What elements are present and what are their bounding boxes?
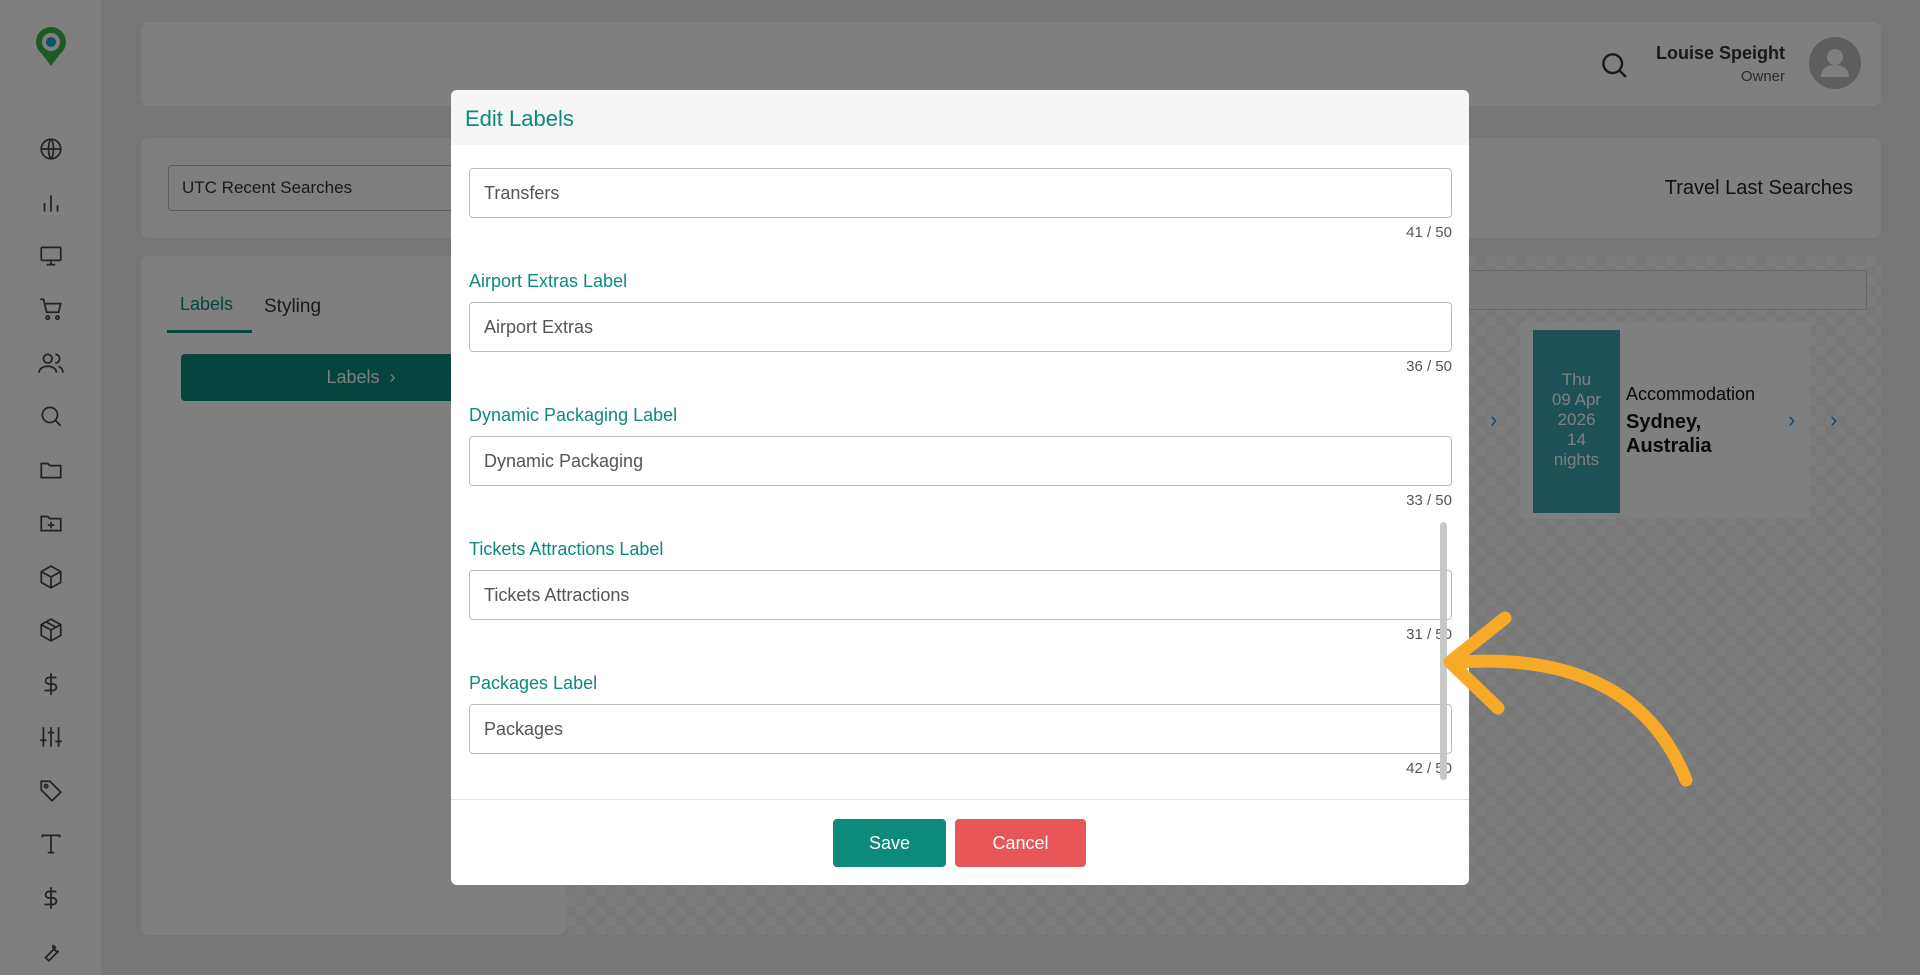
cancel-button[interactable]: Cancel (955, 819, 1086, 867)
airport-extras-input[interactable] (469, 302, 1452, 352)
dynamic-packaging-label: Dynamic Packaging Label (469, 405, 678, 425)
edit-labels-modal: Edit Labels 41 / 50 Airport Extras Label… (451, 90, 1469, 885)
transfers-char-counter: 41 / 50 (1406, 224, 1452, 241)
tickets-attractions-label: Tickets Attractions Label (469, 539, 664, 559)
save-button[interactable]: Save (833, 819, 946, 867)
modal-title: Edit Labels (465, 106, 574, 131)
transfers-label-input[interactable] (469, 168, 1452, 218)
dynamic-packaging-char-counter: 33 / 50 (1406, 492, 1452, 509)
modal-footer-divider (451, 799, 1469, 800)
dynamic-packaging-input[interactable] (469, 436, 1452, 486)
airport-extras-char-counter: 36 / 50 (1406, 358, 1452, 375)
annotation-arrow-icon (1443, 611, 1693, 787)
airport-extras-label: Airport Extras Label (469, 271, 628, 291)
modal-header: Edit Labels (451, 90, 1469, 145)
packages-label: Packages Label (469, 673, 598, 693)
tickets-attractions-input[interactable] (469, 570, 1452, 620)
packages-input[interactable] (469, 704, 1452, 754)
